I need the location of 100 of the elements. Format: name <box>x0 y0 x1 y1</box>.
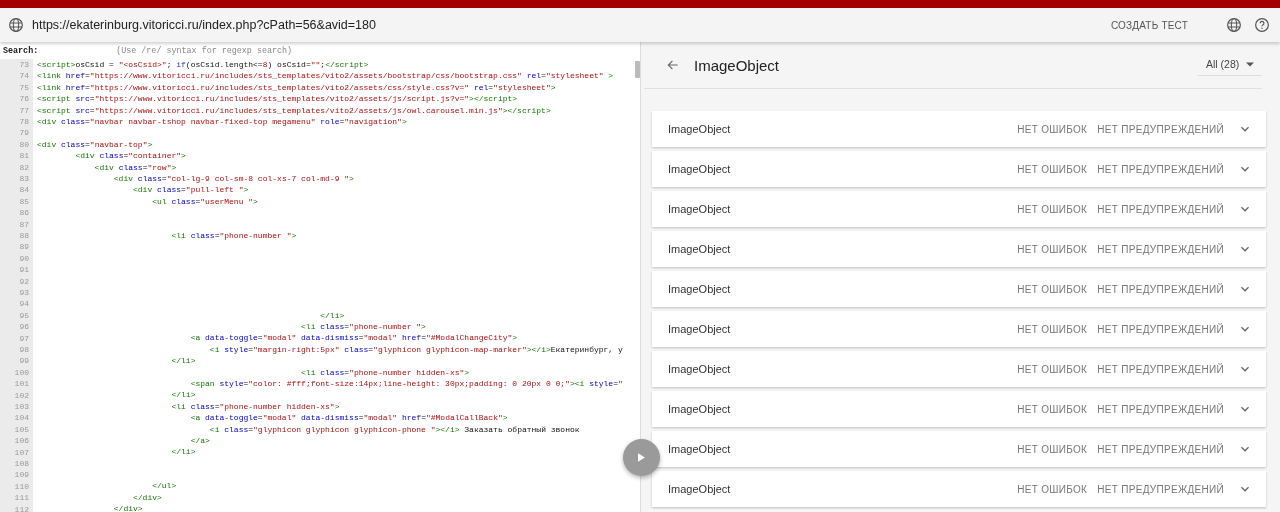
item-type: ImageObject <box>668 243 732 255</box>
line-number: 82 <box>18 161 29 173</box>
error-status: НЕТ ОШИБОК <box>1017 443 1088 455</box>
error-status: НЕТ ОШИБОК <box>1017 283 1088 295</box>
line-number: 106 <box>13 435 29 447</box>
result-card[interactable]: ImageObject НЕТ ОШИБОК НЕТ ПРЕДУПРЕЖДЕНИЙ <box>652 111 1266 147</box>
warning-status: НЕТ ПРЕДУПРЕЖДЕНИЙ <box>1097 123 1224 135</box>
code-line: <li class="phone-number "> <box>170 229 297 242</box>
code-line: <div class="pull-left "> <box>132 184 249 196</box>
line-number: 75 <box>18 81 29 94</box>
line-number: 96 <box>18 321 29 333</box>
code-line: <i class="glyphicon glyphicon glyphicon-phone "></i> Заказать обратный звонок <box>208 423 580 435</box>
line-number: 95 <box>18 309 29 322</box>
code-line: <div class="container"> <box>74 150 186 162</box>
code-line: </div> <box>132 491 162 504</box>
language-icon[interactable] <box>1226 17 1242 33</box>
line-number: 108 <box>13 458 29 470</box>
line-number: 110 <box>13 480 29 493</box>
code-line: </li> <box>319 309 345 321</box>
code-line: <div class="navbar-top"> <box>37 138 153 151</box>
code-line: <div class="row"> <box>93 161 177 173</box>
filter-dropdown[interactable]: All (28) <box>1198 54 1262 76</box>
page-url: https://ekaterinburg.vitoricci.ru/index.php?cPath=56&avid=180 <box>32 18 377 32</box>
line-number: 103 <box>13 401 29 413</box>
result-card[interactable]: ImageObject НЕТ ОШИБОК НЕТ ПРЕДУПРЕЖДЕНИЙ <box>652 391 1266 427</box>
line-number: 73 <box>18 59 29 71</box>
warning-status: НЕТ ПРЕДУПРЕЖДЕНИЙ <box>1097 363 1224 375</box>
line-number: 100 <box>13 366 29 379</box>
result-card[interactable]: ImageObject НЕТ ОШИБОК НЕТ ПРЕДУПРЕЖДЕНИЙ <box>652 351 1266 387</box>
line-number: 97 <box>18 332 29 344</box>
result-card[interactable]: ImageObject НЕТ ОШИБОК НЕТ ПРЕДУПРЕЖДЕНИЙ <box>652 231 1266 267</box>
code-line: </ul> <box>151 480 177 492</box>
line-number: 83 <box>18 173 29 185</box>
code-line: <i style="margin-right:5px" class="glyphicon glyphicon-map-marker"></i>Екатеринбург, у <box>208 343 623 356</box>
line-number: 79 <box>18 127 29 139</box>
help-icon[interactable] <box>1254 17 1270 33</box>
code-line: </a> <box>189 434 210 447</box>
error-status: НЕТ ОШИБОК <box>1017 163 1088 175</box>
code-line: <li class="phone-number "> <box>300 321 426 333</box>
code-line: </li> <box>170 446 196 458</box>
line-number: 80 <box>18 138 29 151</box>
line-number: 90 <box>18 252 29 265</box>
code-line: <a data-toggle="modal" data-dismiss="modal" href="#ModalChangeCity"> <box>189 332 518 344</box>
line-number: 84 <box>18 184 29 196</box>
create-test-button[interactable]: СОЗДАТЬ ТЕСТ <box>1106 13 1192 37</box>
scrollbar-thumb[interactable] <box>635 61 640 78</box>
warning-status: НЕТ ПРЕДУПРЕЖДЕНИЙ <box>1097 323 1224 335</box>
code-line: </li> <box>170 355 196 367</box>
line-number: 86 <box>18 207 29 219</box>
code-line: <li class="phone-number hidden-xs"> <box>170 400 340 413</box>
line-number: 109 <box>13 469 29 481</box>
code-line: <link href="https://www.vitoricci.ru/includes/sts_templates/vito2/assets/bootstrap/css/bootstrap.css" rel="stylesheet" > <box>37 70 614 82</box>
error-status: НЕТ ОШИБОК <box>1017 323 1088 335</box>
item-type: ImageObject <box>668 283 732 295</box>
item-type: ImageObject <box>668 123 732 135</box>
error-status: НЕТ ОШИБОК <box>1017 363 1088 375</box>
line-number: 99 <box>18 355 29 367</box>
warning-status: НЕТ ПРЕДУПРЕЖДЕНИЙ <box>1097 243 1224 255</box>
panel-title: ImageObject <box>694 56 781 74</box>
line-number: 89 <box>18 241 29 253</box>
play-icon <box>638 453 645 462</box>
code-line: </div> <box>112 503 143 512</box>
back-arrow-icon[interactable] <box>666 58 680 72</box>
code-line: <script src="https://www.vitoricci.ru/includes/sts_templates/vito2/assets/js/script.js?v="></script> <box>37 93 518 105</box>
result-card[interactable]: ImageObject НЕТ ОШИБОК НЕТ ПРЕДУПРЕЖДЕНИЙ <box>652 311 1266 347</box>
line-number: 107 <box>13 446 29 458</box>
code-line: <span style="color: #fff;font-size:14px;line-height: 30px;padding: 0 20px 0 0;"><i style=" <box>189 377 623 390</box>
code-line: <script src="https://www.vitoricci.ru/includes/sts_templates/vito2/assets/js/owl.carousel.min.js"></script> <box>37 104 551 116</box>
item-type: ImageObject <box>668 483 732 495</box>
line-number: 88 <box>18 230 29 242</box>
search-field[interactable]: (Use /re/ syntax for regexp search) <box>116 46 293 56</box>
line-number: 92 <box>18 275 29 287</box>
caret-icon[interactable] <box>1246 61 1254 67</box>
code-line: </li> <box>170 389 196 401</box>
warning-status: НЕТ ПРЕДУПРЕЖДЕНИЙ <box>1097 483 1224 495</box>
line-number: 77 <box>18 104 29 116</box>
result-card[interactable]: ImageObject НЕТ ОШИБОК НЕТ ПРЕДУПРЕЖДЕНИЙ <box>652 151 1266 187</box>
line-number: 91 <box>18 264 29 276</box>
item-type: ImageObject <box>668 443 732 455</box>
error-status: НЕТ ОШИБОК <box>1017 483 1088 495</box>
line-number: 102 <box>13 389 29 401</box>
search-label: Search: <box>3 46 39 56</box>
result-card[interactable]: ImageObject НЕТ ОШИБОК НЕТ ПРЕДУПРЕЖДЕНИЙ <box>652 191 1266 227</box>
line-number: 78 <box>18 116 29 128</box>
item-type: ImageObject <box>668 203 732 215</box>
result-card[interactable]: ImageObject НЕТ ОШИБОК НЕТ ПРЕДУПРЕЖДЕНИЙ <box>652 271 1266 307</box>
warning-status: НЕТ ПРЕДУПРЕЖДЕНИЙ <box>1097 403 1224 415</box>
line-number: 74 <box>18 70 29 82</box>
line-number: 87 <box>18 218 29 230</box>
error-status: НЕТ ОШИБОК <box>1017 123 1088 135</box>
result-card[interactable]: ImageObject НЕТ ОШИБОК НЕТ ПРЕДУПРЕЖДЕНИЙ <box>652 471 1266 507</box>
item-type: ImageObject <box>668 403 732 415</box>
line-number: 98 <box>18 344 29 356</box>
line-number: 94 <box>18 298 29 310</box>
line-number: 105 <box>13 423 29 436</box>
item-type: ImageObject <box>668 363 732 375</box>
result-card[interactable]: ImageObject НЕТ ОШИБОК НЕТ ПРЕДУПРЕЖДЕНИЙ <box>652 431 1266 467</box>
error-status: НЕТ ОШИБОК <box>1017 203 1088 215</box>
item-type: ImageObject <box>668 323 732 335</box>
item-type: ImageObject <box>668 163 732 175</box>
